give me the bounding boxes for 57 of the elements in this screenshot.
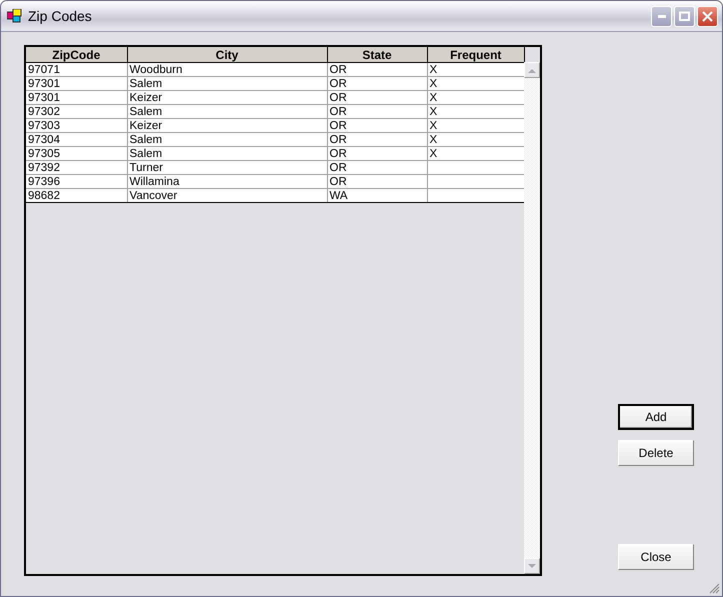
column-header[interactable]: City — [127, 47, 327, 62]
scroll-down-button[interactable] — [524, 558, 540, 574]
table-cell: OR — [327, 132, 427, 146]
column-header[interactable]: Frequent — [427, 47, 524, 62]
table-cell: 97303 — [26, 118, 127, 132]
table-cell: X — [427, 90, 524, 104]
app-icon — [7, 9, 22, 23]
push-button[interactable]: Add — [618, 404, 694, 430]
maximize-icon — [679, 11, 690, 21]
push-button[interactable]: Close — [618, 544, 694, 570]
resize-grip-icon[interactable] — [708, 582, 720, 594]
table-cell: X — [427, 132, 524, 146]
table-cell: X — [427, 118, 524, 132]
table-cell: 97305 — [26, 146, 127, 160]
table-cell: Salem — [127, 146, 327, 160]
minimize-button[interactable] — [651, 6, 672, 26]
table-cell: OR — [327, 174, 427, 188]
table-cell: 97302 — [26, 104, 127, 118]
table-cell: Vancover — [127, 188, 327, 202]
table-cell: Salem — [127, 104, 327, 118]
column-header[interactable]: State — [327, 47, 427, 62]
table-cell: 98682 — [26, 188, 127, 202]
table-cell: X — [427, 146, 524, 160]
table-cell: 97392 — [26, 160, 127, 174]
table-cell: Salem — [127, 132, 327, 146]
table-cell: 97301 — [26, 76, 127, 90]
push-button[interactable]: Delete — [618, 440, 694, 466]
table-cell: 97071 — [26, 62, 127, 76]
window-title: Zip Codes — [28, 8, 93, 24]
minimize-icon — [658, 14, 666, 18]
table-cell: OR — [327, 160, 427, 174]
table-cell: OR — [327, 118, 427, 132]
close-icon — [702, 10, 713, 22]
table-cell: OR — [327, 62, 427, 76]
column-header[interactable]: ZipCode — [26, 47, 127, 62]
table-cell: X — [427, 62, 524, 76]
close-button[interactable] — [697, 6, 718, 26]
table-cell: WA — [327, 188, 427, 202]
up-arrow-icon — [528, 68, 536, 72]
table-cell: Salem — [127, 76, 327, 90]
table-cell: OR — [327, 90, 427, 104]
table-cell: X — [427, 76, 524, 90]
table-cell: Woodburn — [127, 62, 327, 76]
table-cell: X — [427, 104, 524, 118]
table-cell: Keizer — [127, 118, 327, 132]
table-cell: 97396 — [26, 174, 127, 188]
table-cell: OR — [327, 146, 427, 160]
maximize-button[interactable] — [674, 6, 695, 26]
table-cell: Keizer — [127, 90, 327, 104]
table-cell: 97301 — [26, 90, 127, 104]
scroll-up-button[interactable] — [524, 62, 540, 78]
table-cell: OR — [327, 76, 427, 90]
table-cell: 97304 — [26, 132, 127, 146]
table-cell: OR — [327, 104, 427, 118]
table-cell: Willamina — [127, 174, 327, 188]
table-cell: Turner — [127, 160, 327, 174]
down-arrow-icon — [528, 564, 536, 568]
